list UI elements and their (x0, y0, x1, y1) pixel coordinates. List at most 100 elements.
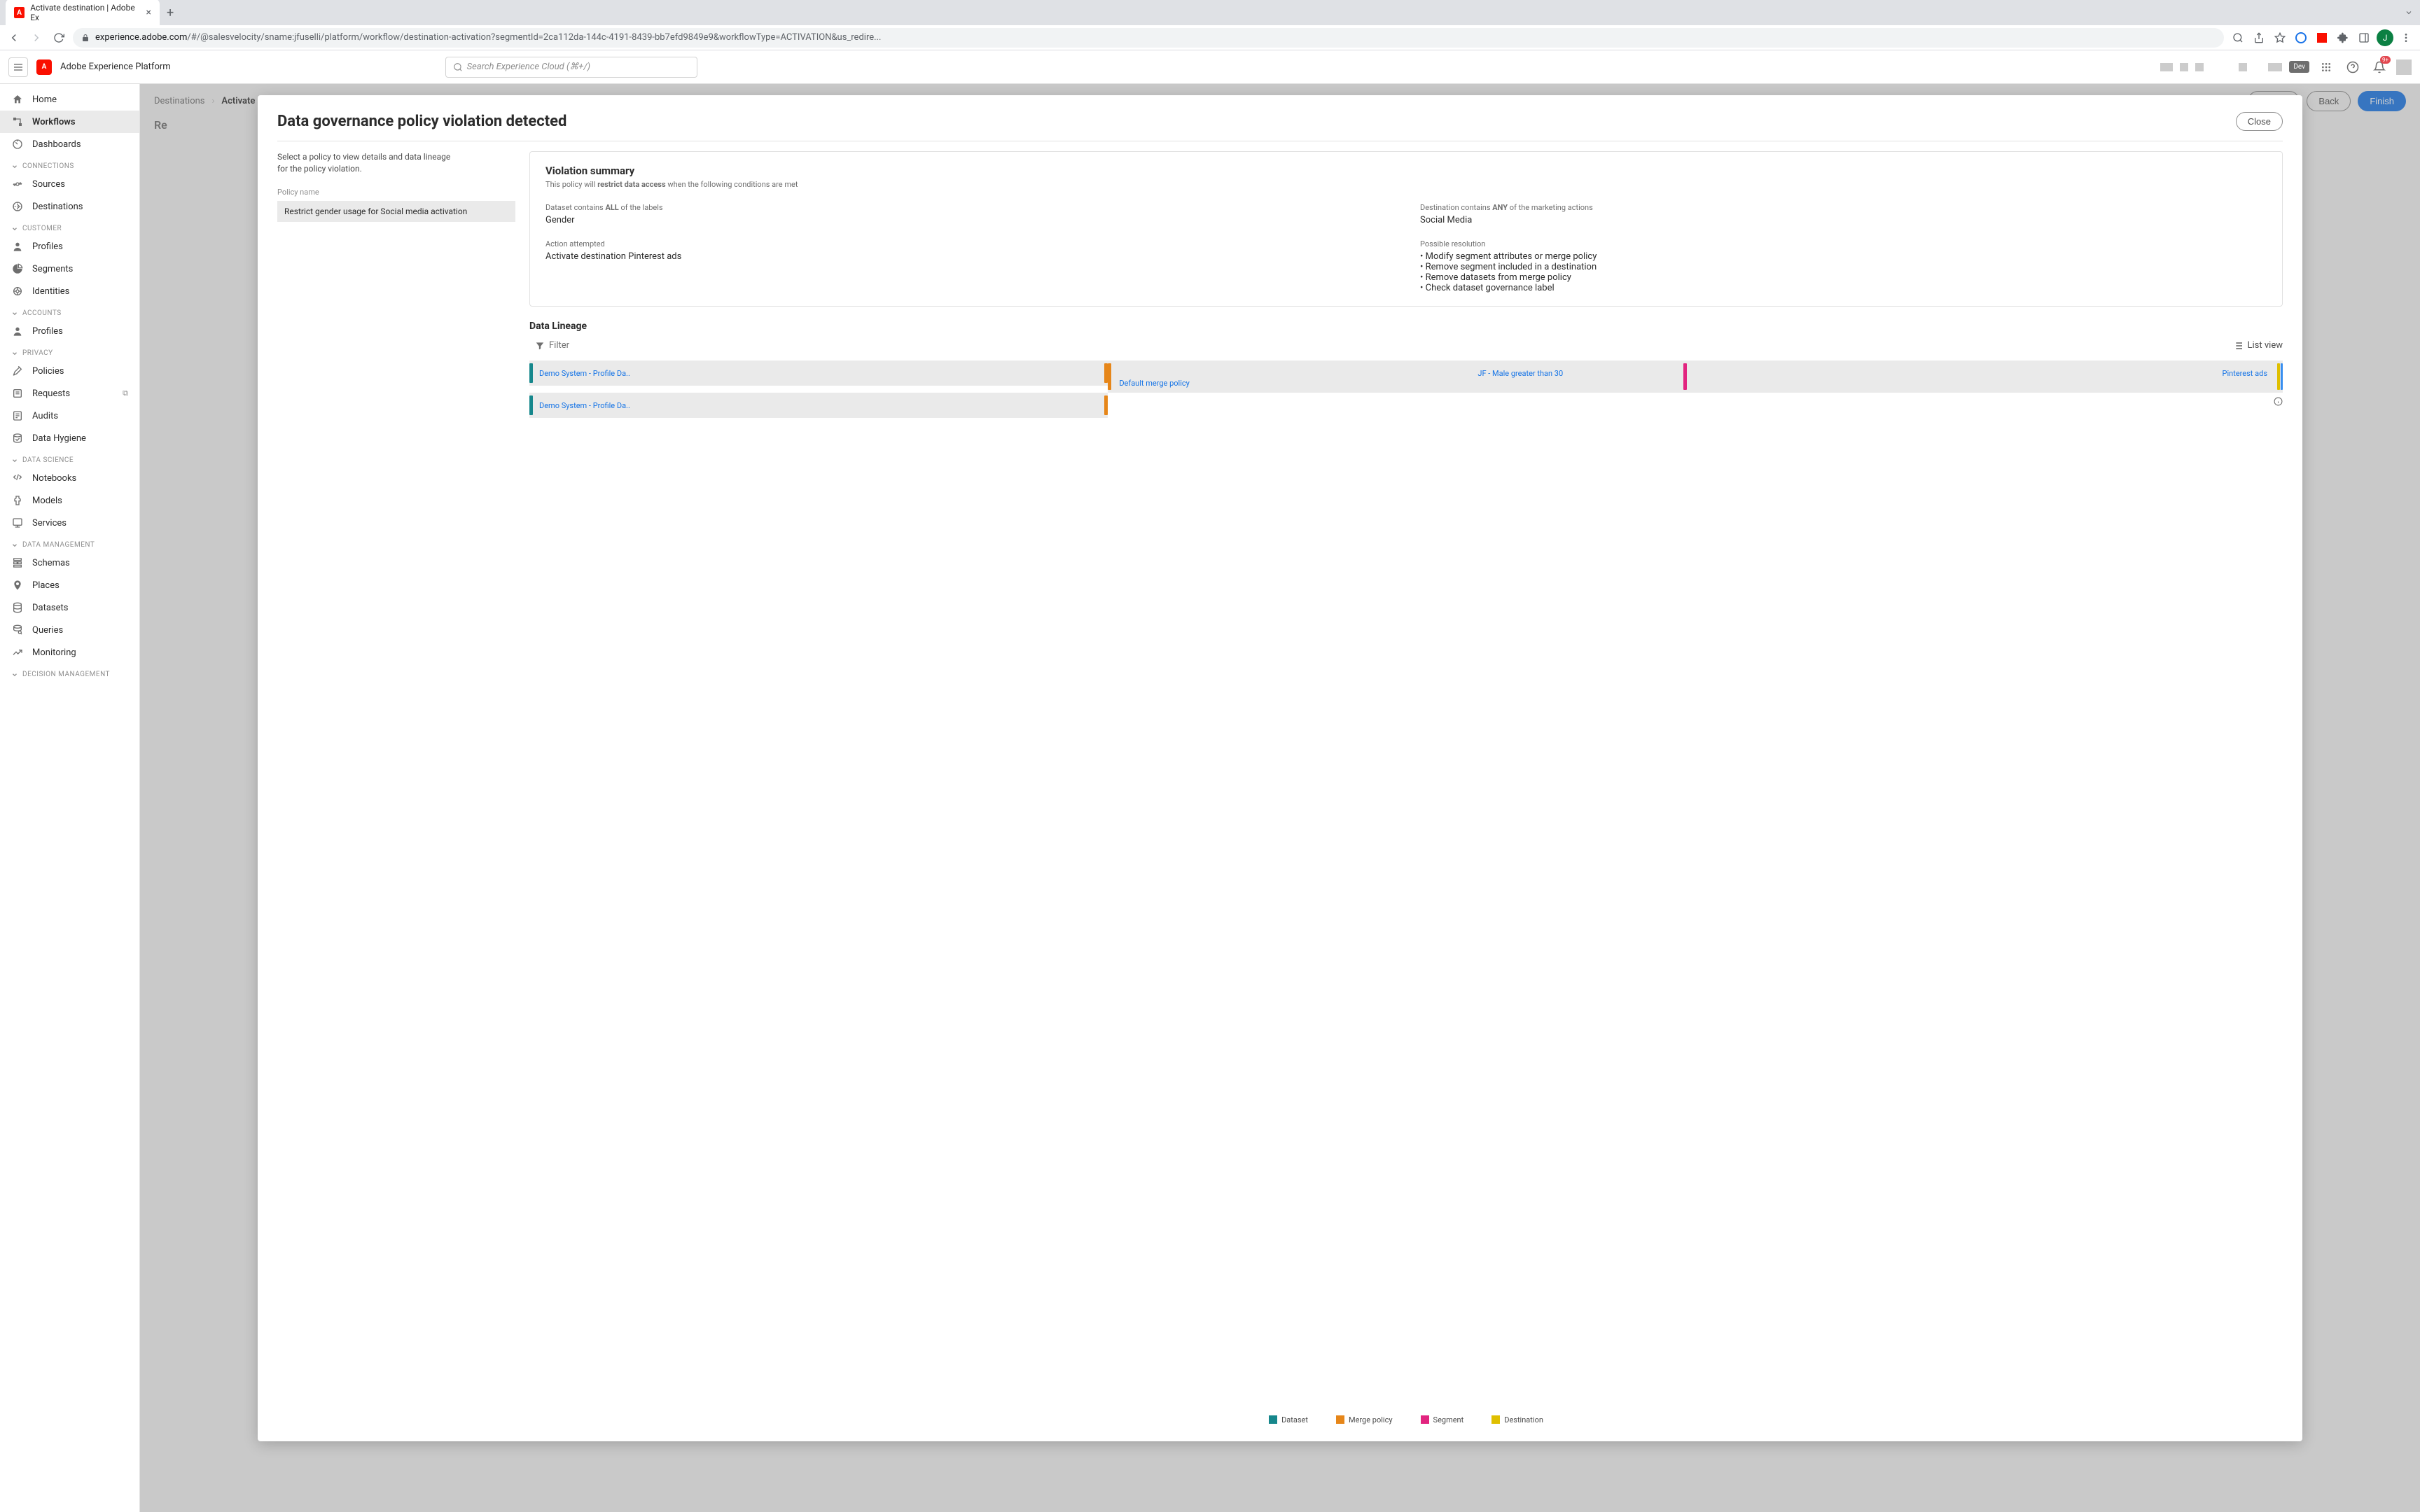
sidebar-item-profiles[interactable]: Profiles (0, 320, 139, 342)
sidebar-item-profiles[interactable]: Profiles (0, 235, 139, 258)
star-icon[interactable] (2272, 29, 2288, 46)
share-icon[interactable] (2251, 29, 2267, 46)
search-icon[interactable] (2230, 29, 2246, 46)
workflow-icon (11, 116, 24, 127)
dashboard-icon (11, 139, 24, 150)
services-icon (11, 517, 24, 528)
sidebar-item-places[interactable]: Places (0, 574, 139, 596)
resolution-item: • Modify segment attributes or merge pol… (1420, 251, 2267, 262)
sidebar-item-audits[interactable]: Audits (0, 405, 139, 427)
notification-badge: 9+ (2380, 56, 2391, 64)
address-bar[interactable]: experience.adobe.com/#/@salesvelocity/sn… (73, 28, 2224, 48)
sidebar-item-dashboards[interactable]: Dashboards (0, 133, 139, 155)
violation-summary-card: Violation summary This policy will restr… (529, 151, 2283, 307)
destination-actions-field: Destination contains ANY of the marketin… (1420, 203, 2267, 225)
sidebar-item-datasets[interactable]: Datasets (0, 596, 139, 619)
tab-strip: A Activate destination | Adobe Ex × + (0, 0, 2420, 25)
legend-swatch (1336, 1415, 1344, 1424)
browser-tab[interactable]: A Activate destination | Adobe Ex × (6, 0, 160, 27)
app-name: Adobe Experience Platform (60, 62, 171, 72)
extensions-icon[interactable] (2335, 29, 2351, 46)
forward-icon[interactable] (28, 29, 45, 46)
sidebar-item-models[interactable]: Models (0, 489, 139, 512)
tab-overflow-icon[interactable] (2405, 8, 2420, 17)
policy-list-column: Select a policy to view details and data… (277, 151, 515, 1424)
destination-color-bar2 (2281, 363, 2283, 390)
app-search-input[interactable]: Search Experience Cloud (⌘+/) (445, 57, 697, 78)
sidebar-item-policies[interactable]: Policies (0, 360, 139, 382)
requests-icon (11, 388, 24, 399)
more-icon[interactable] (2398, 29, 2414, 46)
sidebar-item-notebooks[interactable]: Notebooks (0, 467, 139, 489)
lineage-dataset-node[interactable]: Demo System - Profile Da.. (529, 393, 1108, 418)
user-avatar[interactable] (2396, 59, 2412, 75)
sidebar-section-data-management[interactable]: DATA MANAGEMENT (0, 534, 139, 552)
sidebar-item-home[interactable]: Home (0, 88, 139, 111)
sidebar-item-sources[interactable]: Sources (0, 173, 139, 195)
new-tab-button[interactable]: + (160, 6, 181, 20)
adobe-favicon: A (14, 7, 25, 18)
sidebar-item-segments[interactable]: Segments (0, 258, 139, 280)
lineage-dataset-node[interactable]: Demo System - Profile Da.. (529, 360, 1108, 386)
help-icon[interactable] (2343, 57, 2363, 77)
sidebar-item-workflows[interactable]: Workflows (0, 111, 139, 133)
close-tab-icon[interactable]: × (146, 7, 151, 18)
dialog-header: Data governance policy violation detecte… (277, 112, 2283, 131)
summary-column: Violation summary This policy will restr… (529, 151, 2283, 1424)
audits-icon (11, 410, 24, 421)
browser-toolbar-icons: J (2230, 29, 2414, 46)
filter-button[interactable]: Filter (529, 337, 575, 354)
reload-icon[interactable] (50, 29, 67, 46)
profile-icon (11, 326, 24, 337)
sidebar-section-customer[interactable]: CUSTOMER (0, 218, 139, 235)
modal-overlay: Data governance policy violation detecte… (140, 84, 2420, 1512)
lineage-toolbar: Filter List view (529, 337, 2283, 354)
sidebar-item-schemas[interactable]: Schemas (0, 552, 139, 574)
summary-title: Violation summary (545, 164, 2267, 177)
sidebar-item-identities[interactable]: Identities (0, 280, 139, 302)
sidebar-section-connections[interactable]: CONNECTIONS (0, 155, 139, 173)
sources-icon (11, 178, 24, 190)
destination-color-bar (2277, 363, 2280, 390)
tab-title: Activate destination | Adobe Ex (30, 3, 140, 22)
resolution-item: • Check dataset governance label (1420, 283, 2267, 293)
monitoring-icon (11, 647, 24, 658)
sidebar-section-decision-management[interactable]: DECISION MANAGEMENT (0, 664, 139, 681)
sidebar-section-data-science[interactable]: DATA SCIENCE (0, 449, 139, 467)
menu-toggle-button[interactable] (8, 57, 28, 77)
sidebar-section-privacy[interactable]: PRIVACY (0, 342, 139, 360)
legend-swatch (1491, 1415, 1500, 1424)
sidebar-item-requests[interactable]: Requests⧉ (0, 382, 139, 405)
panel-icon[interactable] (2356, 29, 2372, 46)
search-placeholder: Search Experience Cloud (⌘+/) (467, 62, 590, 72)
ext2-icon[interactable] (2314, 29, 2330, 46)
legend-item-dataset: Dataset (1269, 1415, 1308, 1424)
notebooks-icon (11, 472, 24, 484)
profile-icon (11, 241, 24, 252)
policy-description: Select a policy to view details and data… (277, 151, 452, 175)
lineage-flow-row[interactable]: Default merge policy JF - Male greater t… (1108, 360, 2283, 393)
sidebar-item-queries[interactable]: Queries (0, 619, 139, 641)
main-layout: HomeWorkflowsDashboardsCONNECTIONSSource… (0, 84, 2420, 1512)
data-lineage-title: Data Lineage (529, 321, 2283, 332)
sidebar-item-data-hygiene[interactable]: Data Hygiene (0, 427, 139, 449)
sidebar-item-services[interactable]: Services (0, 512, 139, 534)
profile-avatar[interactable]: J (2377, 29, 2393, 46)
apps-icon[interactable] (2316, 57, 2336, 77)
sidebar: HomeWorkflowsDashboardsCONNECTIONSSource… (0, 84, 140, 1512)
list-view-button[interactable]: List view (2232, 340, 2283, 351)
ext1-icon[interactable] (2293, 29, 2309, 46)
policy-row[interactable]: Restrict gender usage for Social media a… (277, 201, 515, 222)
sidebar-item-monitoring[interactable]: Monitoring (0, 641, 139, 664)
info-icon[interactable] (2274, 397, 2283, 406)
summary-subtitle: This policy will restrict data access wh… (545, 180, 2267, 189)
url-text: experience.adobe.com/#/@salesvelocity/sn… (95, 32, 881, 43)
lineage-canvas: Demo System - Profile Da.. Default merge… (529, 360, 2283, 1424)
close-button[interactable]: Close (2236, 112, 2283, 131)
sidebar-section-accounts[interactable]: ACCOUNTS (0, 302, 139, 320)
notifications-icon[interactable]: 9+ (2370, 57, 2389, 77)
legend-item-merge-policy: Merge policy (1336, 1415, 1393, 1424)
back-icon[interactable] (6, 29, 22, 46)
browser-chrome: A Activate destination | Adobe Ex × + ex… (0, 0, 2420, 50)
sidebar-item-destinations[interactable]: Destinations (0, 195, 139, 218)
